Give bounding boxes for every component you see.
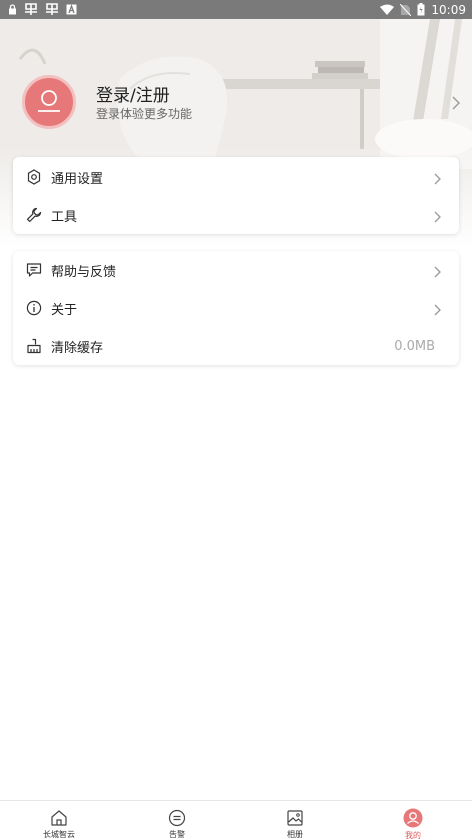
battery-icon (417, 3, 425, 16)
settings-icon (25, 168, 43, 186)
avatar[interactable] (22, 75, 76, 129)
home-icon (49, 808, 69, 827)
lock-icon (8, 4, 17, 15)
chevron-right-icon (434, 170, 441, 189)
menu-item-label: 清除缓存 (51, 340, 104, 356)
menu-item-general-settings[interactable]: 通用设置 (13, 158, 459, 196)
nav-item-alarm[interactable]: 告警 (118, 801, 236, 840)
menu-item-label: 通用设置 (51, 171, 104, 187)
info-icon (25, 299, 43, 317)
support-card: 帮助与反馈 关于 清除缓存 0.0MB (13, 251, 459, 365)
menu-item-clear-cache[interactable]: 清除缓存 0.0MB (13, 327, 459, 365)
chevron-right-icon (434, 301, 441, 320)
menu-item-about[interactable]: 关于 (13, 289, 459, 327)
login-title[interactable]: 登录/注册 (96, 81, 170, 106)
nav-label: 告警 (169, 830, 185, 839)
broom-icon (25, 337, 43, 355)
settings-card: 通用设置 工具 (13, 157, 459, 234)
chevron-right-icon (452, 95, 460, 114)
bottom-nav: 长城智云 告警 相册 我的 (0, 800, 472, 840)
chevron-right-icon (434, 208, 441, 227)
login-row[interactable]: 登录/注册 登录体验更多功能 (0, 75, 472, 135)
nav-label: 我的 (405, 831, 421, 840)
nav-label: 相册 (287, 830, 303, 839)
menu-item-label: 工具 (51, 209, 78, 225)
nav-item-album[interactable]: 相册 (236, 801, 354, 840)
notification-app-icon (24, 3, 38, 16)
default-user-icon (38, 90, 60, 112)
album-icon (285, 808, 305, 827)
status-time: 10:09 (431, 2, 466, 17)
menu-item-help-feedback[interactable]: 帮助与反馈 (13, 251, 459, 289)
menu-item-label: 帮助与反馈 (51, 264, 117, 280)
status-bar: 10:09 (0, 0, 472, 19)
status-left (8, 3, 77, 16)
status-right: 10:09 (380, 3, 466, 17)
nav-item-mine[interactable]: 我的 (354, 801, 472, 840)
message-icon (167, 808, 187, 827)
chevron-right-icon (434, 263, 441, 282)
profile-icon (403, 808, 423, 828)
nav-label: 长城智云 (43, 830, 75, 839)
cache-size-value: 0.0MB (394, 338, 435, 354)
font-a-icon (66, 4, 77, 15)
menu-item-tools[interactable]: 工具 (13, 196, 459, 234)
wrench-icon (25, 206, 43, 224)
wifi-icon (380, 4, 395, 15)
menu-item-label: 关于 (51, 302, 78, 318)
feedback-icon (25, 261, 43, 279)
login-subtitle: 登录体验更多功能 (96, 107, 193, 121)
notification-app-icon (45, 3, 59, 16)
nav-item-home[interactable]: 长城智云 (0, 801, 118, 840)
no-sim-icon (400, 3, 412, 16)
